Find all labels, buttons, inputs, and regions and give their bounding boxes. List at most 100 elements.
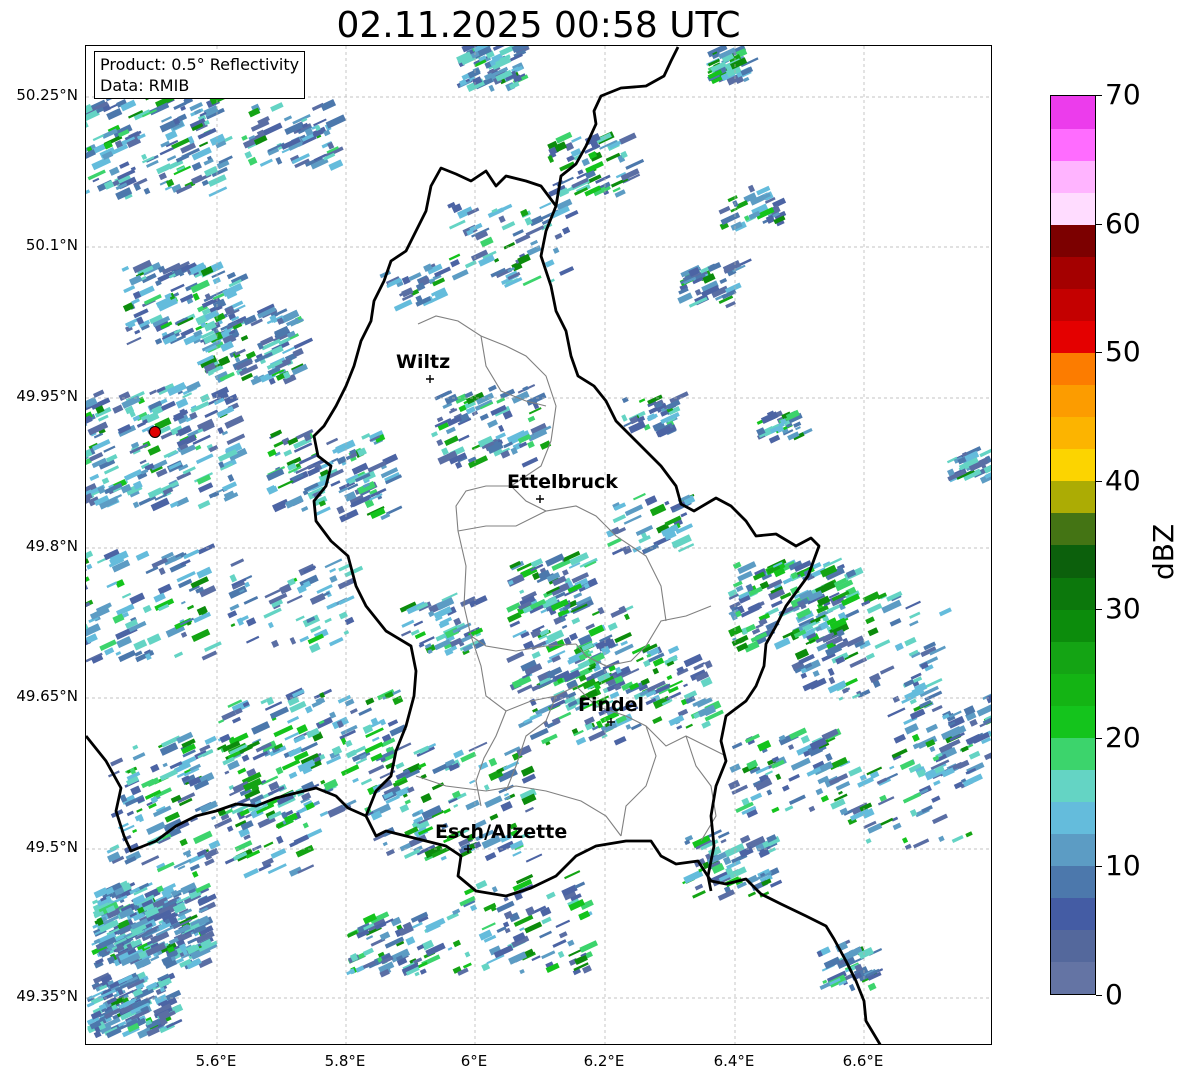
radar-echo-cell bbox=[747, 184, 756, 193]
radar-echo-cell bbox=[158, 172, 167, 181]
radar-echo-cell bbox=[395, 761, 405, 770]
product-info-box: Product: 0.5° Reflectivity Data: RMIB bbox=[94, 51, 306, 99]
radar-echo-cell bbox=[444, 435, 459, 447]
radar-echo-cell bbox=[523, 712, 543, 724]
radar-echo-cell bbox=[730, 207, 738, 213]
radar-echo-cell bbox=[694, 288, 702, 296]
radar-echo-cell bbox=[227, 474, 235, 482]
radar-echo-cell bbox=[546, 891, 556, 900]
radar-echo-cell bbox=[191, 628, 211, 643]
radar-echo-cell bbox=[525, 853, 543, 863]
radar-echo-cell bbox=[664, 500, 670, 506]
radar-echo-cell bbox=[443, 808, 451, 814]
radar-echoes bbox=[86, 46, 991, 1039]
radar-echo-cell bbox=[110, 757, 124, 767]
colorbar-swatch bbox=[1051, 929, 1095, 963]
radar-echo-cell bbox=[503, 441, 514, 449]
colorbar-swatch bbox=[1051, 769, 1095, 803]
radar-echo-cell bbox=[145, 566, 159, 575]
radar-echo-cell bbox=[123, 285, 136, 294]
radar-echo-cell bbox=[865, 616, 875, 625]
radar-echo-cell bbox=[554, 232, 563, 240]
colorbar-tick-label: 10 bbox=[1105, 849, 1141, 883]
radar-echo-cell bbox=[283, 449, 293, 457]
radar-echo-cell bbox=[180, 327, 195, 338]
radar-echo-cell bbox=[301, 505, 309, 512]
radar-echo-cell bbox=[859, 689, 871, 698]
radar-echo-cell bbox=[86, 568, 87, 576]
radar-echo-cell bbox=[976, 702, 991, 717]
radar-echo-cell bbox=[491, 886, 498, 893]
radar-echo-cell bbox=[216, 405, 235, 418]
radar-echo-cell bbox=[575, 736, 587, 746]
radar-echo-cell bbox=[531, 651, 541, 659]
radar-echo-cell bbox=[419, 968, 427, 975]
radar-echo-cell bbox=[770, 599, 783, 608]
radar-echo-cell bbox=[259, 158, 273, 167]
radar-echo-cell bbox=[364, 741, 384, 754]
radar-echo-cell bbox=[680, 512, 688, 518]
radar-echo-cell bbox=[493, 258, 500, 263]
radar-echo-cell bbox=[484, 795, 503, 809]
radar-echo-cell bbox=[902, 837, 909, 844]
lon-tick-label: 6.4°E bbox=[713, 1052, 755, 1070]
radar-echo-cell bbox=[965, 831, 973, 838]
radar-echo-cell bbox=[141, 153, 148, 161]
radar-echo-cell bbox=[300, 741, 318, 753]
radar-echo-cell bbox=[527, 415, 536, 423]
radar-echo-cell bbox=[146, 633, 162, 646]
radar-echo-cell bbox=[731, 742, 743, 750]
map-gridlines bbox=[86, 46, 991, 1044]
radar-echo-cell bbox=[739, 834, 751, 844]
map-title: 02.11.2025 00:58 UTC bbox=[336, 5, 741, 46]
radar-echo-cell bbox=[903, 679, 915, 688]
colorbar-swatch bbox=[1051, 512, 1095, 546]
radar-echo-cell bbox=[269, 706, 289, 720]
radar-echo-cell bbox=[126, 810, 135, 817]
radar-echo-cell bbox=[597, 606, 605, 615]
radar-echo-cell bbox=[136, 808, 143, 813]
radar-echo-cell bbox=[619, 132, 637, 145]
radar-echo-cell bbox=[562, 569, 569, 576]
colorbar-swatch bbox=[1051, 673, 1095, 706]
radar-echo-cell bbox=[150, 763, 160, 773]
radar-echo-cell bbox=[189, 863, 201, 872]
colorbar-swatch bbox=[1051, 320, 1095, 354]
radar-echo-cell bbox=[633, 492, 646, 501]
colorbar-swatch bbox=[1051, 865, 1095, 899]
colorbar-swatch bbox=[1051, 641, 1095, 674]
radar-echo-cell bbox=[217, 719, 225, 724]
radar-echo-cell bbox=[289, 636, 297, 645]
radar-echo-cell bbox=[775, 773, 782, 781]
radar-echo-cell bbox=[401, 619, 415, 628]
radar-echo-cell bbox=[270, 429, 283, 439]
radar-echo-cell bbox=[579, 940, 598, 953]
radar-echo-cell bbox=[624, 613, 630, 621]
radar-echo-cell bbox=[393, 299, 413, 312]
radar-echo-cell bbox=[118, 649, 137, 663]
radar-echo-cell bbox=[413, 620, 424, 627]
radar-echo-cell bbox=[121, 592, 132, 599]
radar-echo-cell bbox=[503, 792, 510, 797]
radar-echo-cell bbox=[496, 900, 515, 913]
radar-echo-cell bbox=[495, 432, 506, 440]
colorbar-tick-label: 50 bbox=[1105, 335, 1141, 369]
radar-echo-cell bbox=[399, 803, 410, 813]
radar-echo-cell bbox=[360, 778, 373, 786]
radar-echo-cell bbox=[324, 617, 332, 624]
radar-echo-cell bbox=[610, 607, 627, 618]
radar-echo-cell bbox=[462, 962, 472, 969]
radar-echo-cell bbox=[89, 473, 100, 482]
radar-echo-cell bbox=[226, 271, 236, 280]
colorbar-swatch bbox=[1051, 480, 1095, 514]
colorbar-tick-mark bbox=[1096, 866, 1102, 868]
radar-echo-cell bbox=[263, 607, 282, 619]
radar-echo-cell bbox=[133, 639, 148, 651]
radar-echo-cell bbox=[644, 495, 658, 506]
radar-echo-cell bbox=[498, 424, 505, 433]
radar-echo-cell bbox=[244, 575, 253, 580]
radar-echo-cell bbox=[692, 890, 706, 899]
radar-echo-cell bbox=[668, 714, 685, 727]
colorbar-swatch bbox=[1051, 160, 1095, 193]
radar-echo-cell bbox=[147, 445, 161, 456]
